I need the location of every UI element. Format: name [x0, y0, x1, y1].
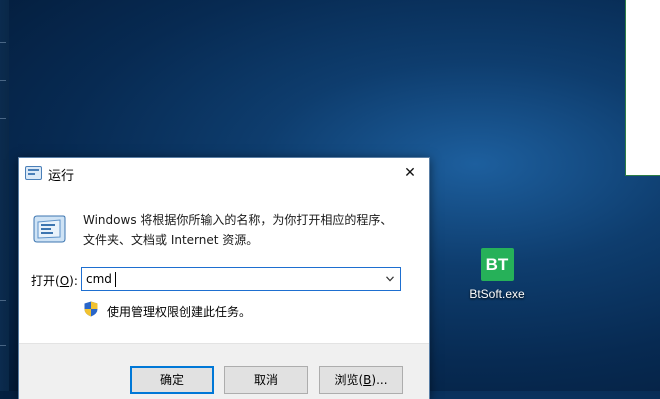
- description-line-2: 文件夹、文档或 Internet 资源。: [83, 233, 259, 247]
- edge-mark: [0, 345, 6, 346]
- description-line-1: Windows 将根据你所输入的名称，为你打开相应的程序、: [83, 213, 393, 227]
- desktop-left-edge: [0, 0, 9, 391]
- close-button[interactable]: ✕: [397, 161, 423, 185]
- edge-mark: [0, 118, 6, 119]
- admin-privilege-note: 使用管理权限创建此任务。: [107, 305, 252, 319]
- ok-button[interactable]: 确定: [130, 366, 214, 394]
- desktop-icon-label: BtSoft.exe: [469, 287, 525, 301]
- run-app-icon: [25, 166, 42, 180]
- edge-mark: [0, 80, 6, 81]
- text-caret: [115, 272, 116, 287]
- open-label-suffix: ):: [69, 274, 78, 288]
- browse-label-prefix: 浏览(: [334, 373, 364, 387]
- chevron-down-icon[interactable]: [386, 276, 394, 282]
- cancel-button[interactable]: 取消: [224, 366, 308, 394]
- uac-shield-icon: [84, 301, 98, 317]
- run-large-icon: [33, 215, 66, 243]
- close-icon: ✕: [404, 165, 416, 181]
- edge-mark: [0, 42, 6, 43]
- browse-button[interactable]: 浏览(B)...: [319, 366, 403, 394]
- edge-mark: [0, 300, 6, 301]
- run-dialog: 运行 ✕ Windows 将根据你所输入的名称，为你打开相应的程序、 文件夹、文…: [18, 157, 430, 399]
- open-combobox[interactable]: cmd: [81, 267, 401, 291]
- open-label-accesskey: O: [59, 274, 70, 288]
- dialog-title: 运行: [48, 169, 75, 184]
- desktop-icon-btsoft[interactable]: BT BtSoft.exe: [461, 248, 533, 301]
- open-label: 打开(O):: [31, 272, 78, 289]
- open-input-value[interactable]: cmd: [86, 272, 112, 286]
- background-window[interactable]: [625, 0, 660, 176]
- browse-label-suffix: )...: [371, 373, 388, 387]
- title-bar[interactable]: 运行 ✕: [19, 158, 429, 188]
- open-label-prefix: 打开(: [31, 274, 60, 288]
- btsoft-app-icon: BT: [480, 248, 514, 281]
